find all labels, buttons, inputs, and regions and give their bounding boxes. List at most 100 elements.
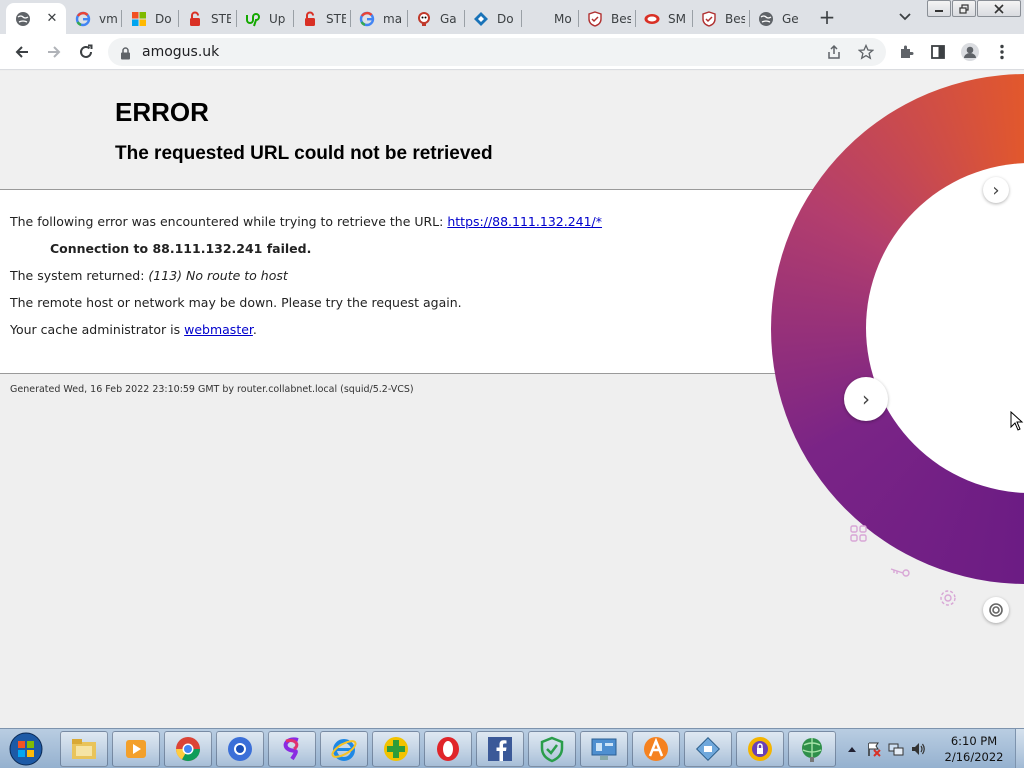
window-controls bbox=[927, 0, 1022, 18]
shield-icon bbox=[701, 10, 717, 27]
tab-title: Do bbox=[155, 11, 172, 26]
skull-icon bbox=[416, 11, 432, 27]
restore-button[interactable] bbox=[952, 0, 976, 17]
clock-date: 2/16/2022 bbox=[944, 750, 1004, 764]
tab-title: STE bbox=[326, 11, 346, 26]
tab-11[interactable]: SM bbox=[635, 3, 692, 34]
menu-icon[interactable] bbox=[992, 42, 1012, 62]
tab-title: Ga bbox=[440, 11, 457, 26]
chrome-icon[interactable] bbox=[164, 731, 212, 767]
swirl-icon[interactable] bbox=[268, 731, 316, 767]
volume-icon[interactable] bbox=[909, 740, 927, 758]
network-icon[interactable] bbox=[684, 731, 732, 767]
cache-admin-label: Your cache administrator is bbox=[10, 322, 185, 337]
google-icon bbox=[359, 11, 375, 27]
ring-next-top-button[interactable]: › bbox=[983, 177, 1009, 203]
opera-icon[interactable] bbox=[424, 731, 472, 767]
blank-favicon bbox=[530, 11, 546, 27]
close-window-button[interactable] bbox=[977, 0, 1021, 17]
share-icon[interactable] bbox=[826, 44, 842, 60]
tab-9[interactable]: Mo bbox=[521, 3, 578, 34]
lock-red-icon bbox=[302, 11, 318, 27]
failed-url-link[interactable]: https://88.111.132.241/* bbox=[447, 214, 602, 229]
tab-8[interactable]: Do bbox=[464, 3, 521, 34]
clock[interactable]: 6:10 PM 2/16/2022 bbox=[936, 733, 1012, 765]
control-panel-icon[interactable] bbox=[580, 731, 628, 767]
forward-button[interactable] bbox=[40, 38, 68, 66]
profile-avatar-icon[interactable] bbox=[960, 42, 980, 62]
mouse-cursor-icon bbox=[1010, 410, 1024, 435]
apps-grid-icon[interactable] bbox=[848, 523, 870, 545]
power-icon[interactable] bbox=[983, 597, 1009, 623]
action-center-flag-icon[interactable] bbox=[865, 740, 883, 758]
avast-icon[interactable] bbox=[632, 731, 680, 767]
tab-active[interactable]: ✕ bbox=[6, 3, 66, 34]
ring-next-button[interactable]: › bbox=[844, 377, 888, 421]
tab-title: Mo bbox=[554, 11, 572, 26]
diamond-icon bbox=[473, 11, 489, 27]
tab-6[interactable]: ma bbox=[350, 3, 407, 34]
url-text[interactable]: amogus.uk bbox=[142, 44, 219, 60]
globe-icon bbox=[758, 11, 774, 27]
vpn-icon[interactable] bbox=[736, 731, 784, 767]
tab-title: Do bbox=[497, 11, 514, 26]
error-text: The following error was encountered whil… bbox=[10, 214, 448, 229]
tab-title: Bes bbox=[611, 11, 631, 26]
tab-title: Up bbox=[269, 11, 286, 26]
globe-app-icon[interactable] bbox=[788, 731, 836, 767]
network-tray-icon[interactable] bbox=[887, 740, 905, 758]
system-returned-line: The system returned: (113) No route to h… bbox=[10, 268, 288, 283]
error-subtitle: The requested URL could not be retrieved bbox=[115, 143, 493, 164]
reload-button[interactable] bbox=[72, 38, 100, 66]
tab-title: Ge bbox=[782, 11, 799, 26]
explorer-icon[interactable] bbox=[60, 731, 108, 767]
tab-5[interactable]: STE bbox=[293, 3, 350, 34]
back-button[interactable] bbox=[8, 38, 36, 66]
media-player-icon[interactable] bbox=[112, 731, 160, 767]
shield-check-icon[interactable] bbox=[528, 731, 576, 767]
side-panel-icon[interactable] bbox=[928, 42, 948, 62]
ie-icon[interactable] bbox=[320, 731, 368, 767]
tab-10[interactable]: Bes bbox=[578, 3, 635, 34]
new-tab-button[interactable]: + bbox=[815, 5, 839, 29]
system-returned-label: The system returned: bbox=[10, 268, 149, 283]
extensions-icon[interactable] bbox=[896, 42, 916, 62]
cache-admin-line: Your cache administrator is webmaster. bbox=[10, 322, 257, 337]
tab-13[interactable]: Ge bbox=[749, 3, 806, 34]
tab-12[interactable]: Bes bbox=[692, 3, 749, 34]
tab-2[interactable]: Do bbox=[122, 3, 178, 34]
plus-app-icon[interactable] bbox=[372, 731, 420, 767]
bookmark-star-icon[interactable] bbox=[858, 44, 874, 60]
red-oval-icon bbox=[644, 11, 660, 27]
show-hidden-icons-icon[interactable] bbox=[843, 740, 861, 758]
minimize-button[interactable] bbox=[927, 0, 951, 17]
cache-admin-suffix: . bbox=[252, 322, 257, 337]
chrome-blue-icon[interactable] bbox=[216, 731, 264, 767]
tab-1[interactable]: vm bbox=[66, 3, 122, 34]
clock-time: 6:10 PM bbox=[950, 734, 998, 748]
close-tab-icon[interactable]: ✕ bbox=[44, 10, 60, 26]
google-icon bbox=[75, 11, 91, 27]
tab-title: STE bbox=[211, 11, 231, 26]
key-icon[interactable] bbox=[888, 561, 910, 583]
start-button[interactable] bbox=[4, 730, 48, 768]
lock-icon[interactable] bbox=[120, 45, 131, 64]
webmaster-link[interactable]: webmaster bbox=[184, 322, 253, 337]
error-title: ERROR bbox=[115, 97, 209, 127]
tab-search-icon[interactable] bbox=[893, 5, 917, 29]
shield-icon bbox=[587, 10, 603, 27]
show-desktop-button[interactable] bbox=[1015, 729, 1024, 768]
microsoft-icon bbox=[131, 11, 147, 27]
facebook-icon[interactable] bbox=[476, 731, 524, 767]
tab-3[interactable]: STE bbox=[178, 3, 236, 34]
tab-4[interactable]: Up bbox=[236, 3, 293, 34]
settings-gear-icon[interactable] bbox=[937, 587, 959, 609]
lock-red-icon bbox=[187, 11, 203, 27]
taskbar: 6:10 PM 2/16/2022 bbox=[0, 728, 1024, 768]
connection-failed-text: Connection to 88.111.132.241 failed. bbox=[50, 241, 312, 256]
address-bar[interactable]: amogus.uk bbox=[108, 38, 886, 66]
system-returned-value: (113) No route to host bbox=[148, 268, 288, 283]
upwork-icon bbox=[245, 11, 261, 27]
tab-7[interactable]: Ga bbox=[407, 3, 464, 34]
error-line-url: The following error was encountered whil… bbox=[10, 214, 602, 229]
